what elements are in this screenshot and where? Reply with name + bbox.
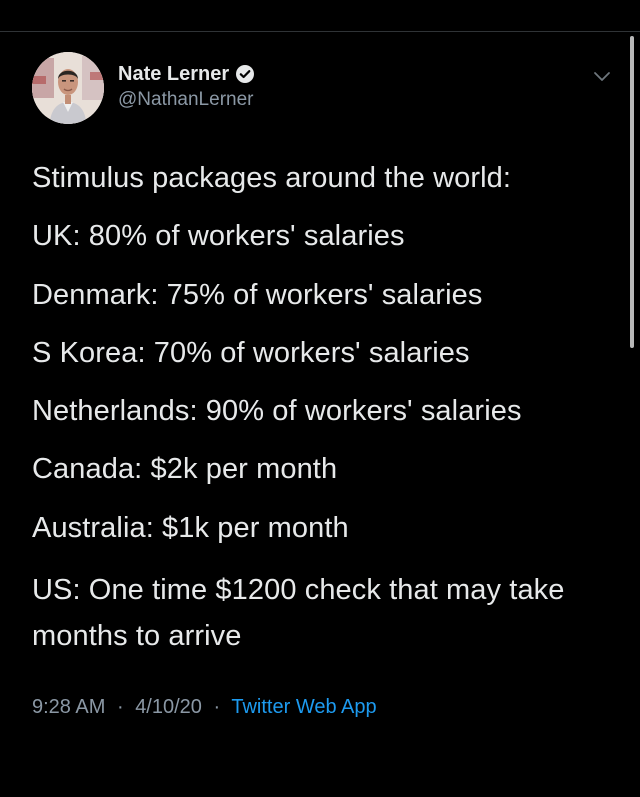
tweet-line: Netherlands: 90% of workers' salaries [32, 395, 522, 427]
tweet-line: S Korea: 70% of workers' salaries [32, 336, 470, 369]
tweet-line: UK: 80% of workers' salaries [32, 220, 405, 253]
tweet-line: US: One time $1200 check that may take m… [32, 573, 565, 652]
chevron-down-icon[interactable] [592, 69, 612, 83]
tweet-time[interactable]: 9:28 AM [32, 696, 105, 718]
author-handle[interactable]: @NathanLerner [118, 90, 255, 109]
author-display-name[interactable]: Nate Lerner [118, 64, 229, 84]
avatar[interactable] [32, 52, 104, 124]
tweet-date[interactable]: 4/10/20 [135, 696, 202, 718]
author-name-row: Nate Lerner [118, 62, 255, 86]
tweet-card[interactable]: Nate Lerner @NathanLerner Stimulus packa… [0, 32, 640, 797]
tweet-text: Stimulus packages around the world: UK: … [32, 160, 612, 681]
tweet-metadata: 9:28 AM · 4/10/20 · Twitter Web App [32, 696, 377, 719]
verified-badge-icon [235, 64, 255, 84]
meta-separator: · [116, 696, 124, 718]
tweet-line: Australia: $1k per month [32, 511, 349, 544]
tweet-line: Stimulus packages around the world: [32, 162, 512, 194]
tweet-source-link[interactable]: Twitter Web App [231, 696, 376, 718]
avatar-image [32, 52, 104, 124]
meta-separator: · [213, 696, 221, 718]
tweet-line: Denmark: 75% of workers' salaries [32, 278, 483, 311]
tweet-author[interactable]: Nate Lerner @NathanLerner [118, 62, 255, 109]
tweet-line: Canada: $2k per month [32, 453, 338, 486]
